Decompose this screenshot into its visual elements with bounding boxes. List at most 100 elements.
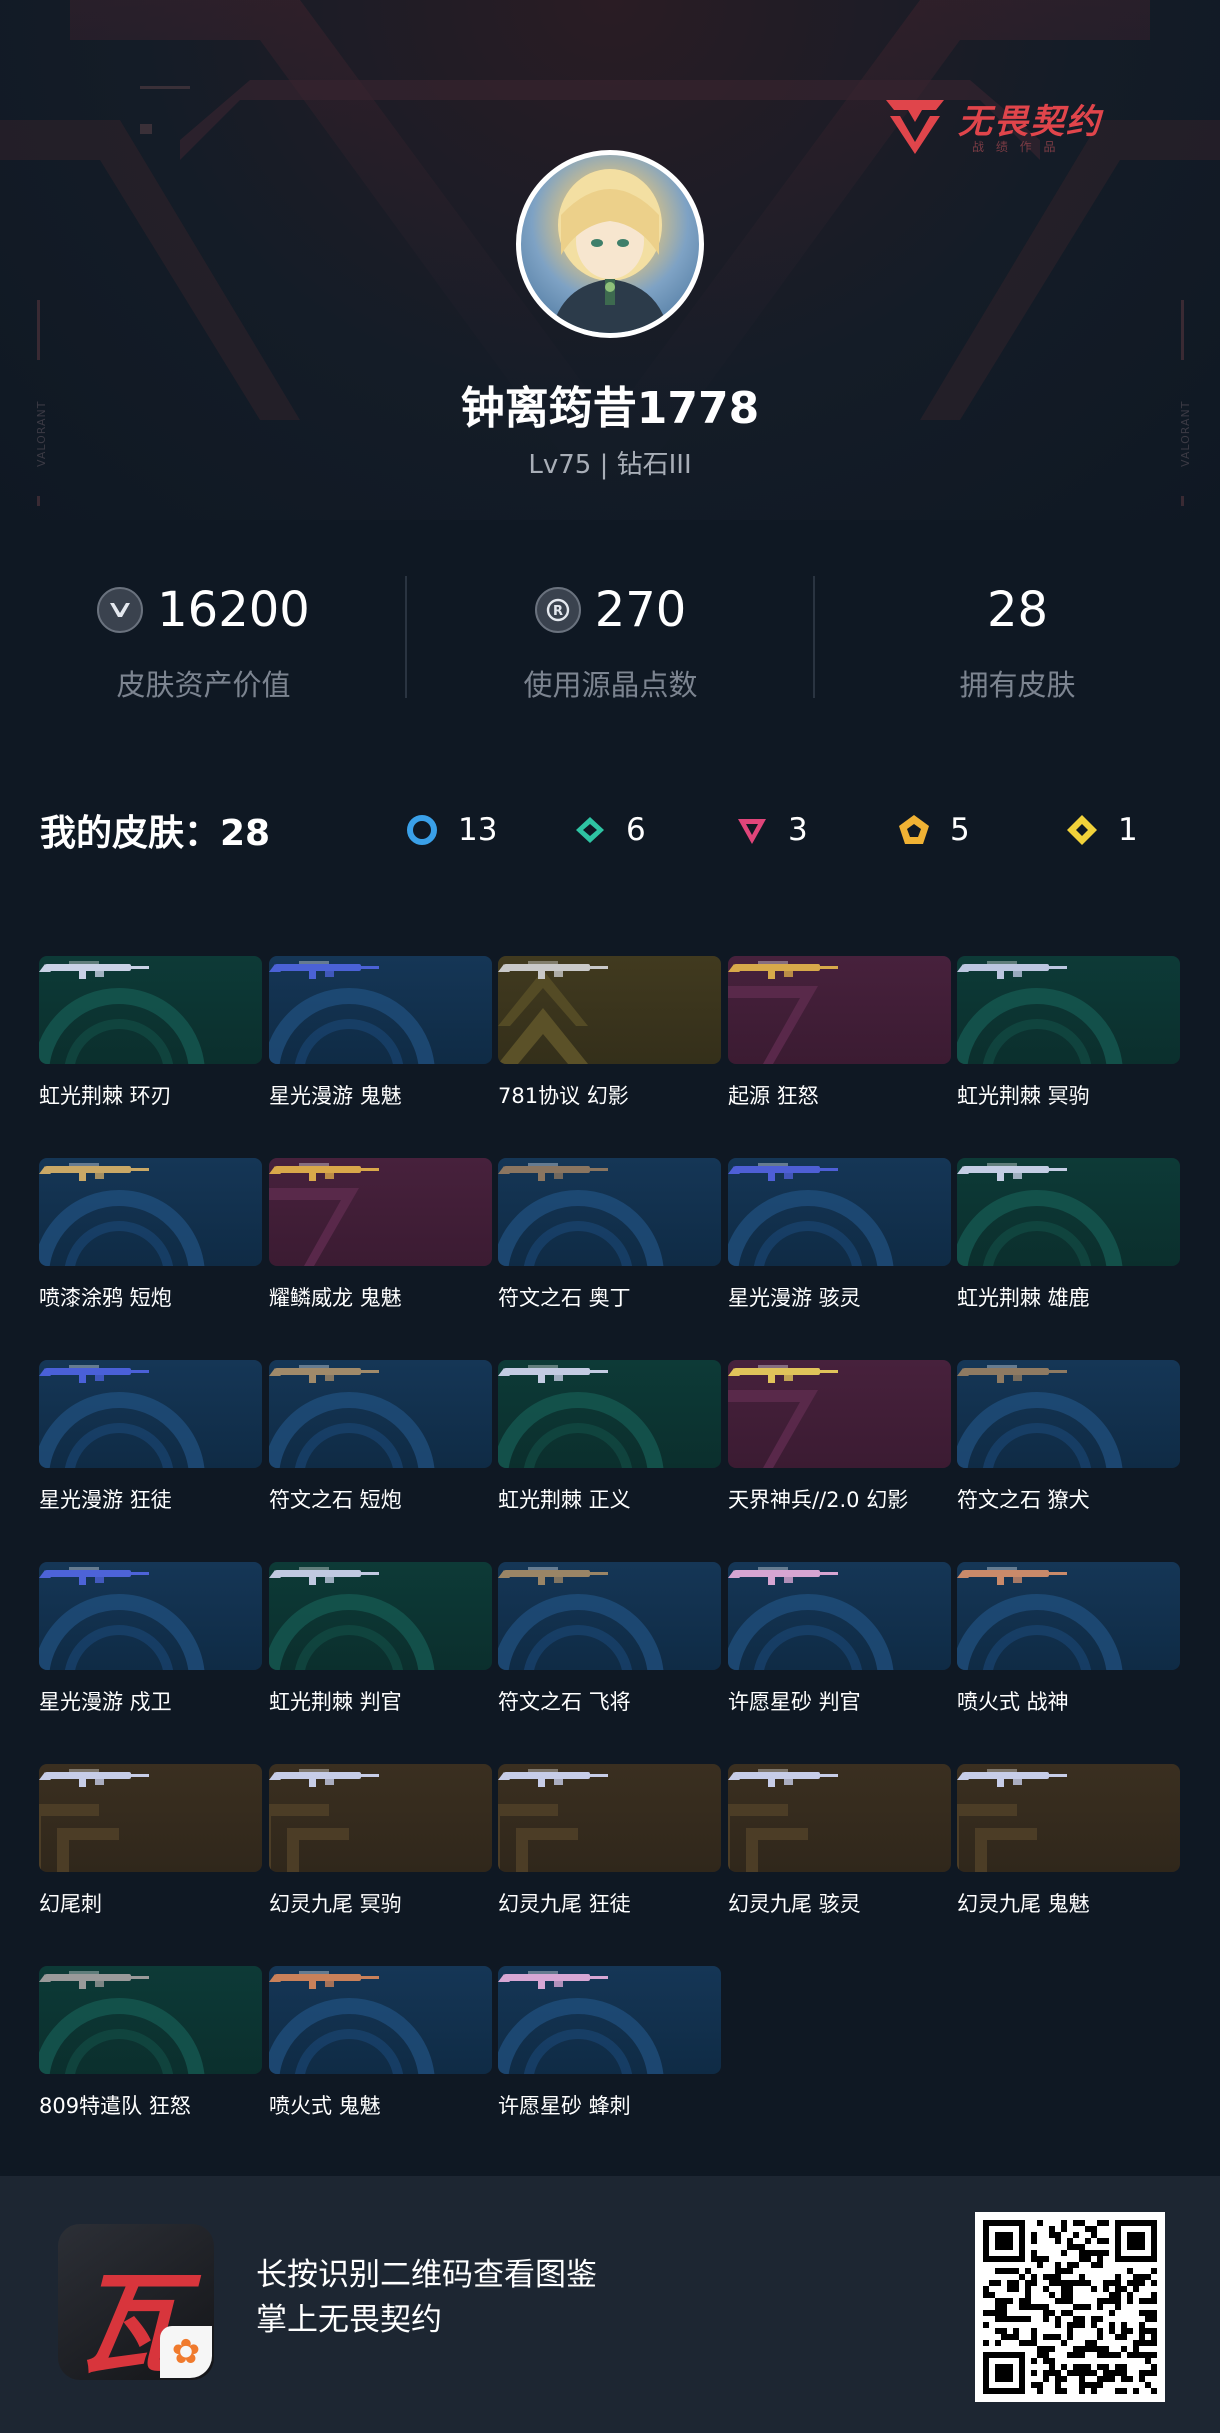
skin-name: 809特遣队 狂怒 — [39, 2094, 191, 2118]
skin-thumbnail — [728, 1764, 951, 1872]
weapon-icon — [728, 961, 838, 979]
skin-thumbnail — [957, 1764, 1180, 1872]
skin-card[interactable]: 天界神兵//2.0 幻影 — [728, 1360, 951, 1512]
app-icon[interactable]: 瓦 ✿ — [58, 2224, 214, 2380]
skin-card[interactable]: 符文之石 奥丁 — [498, 1158, 721, 1310]
skin-name: 天界神兵//2.0 幻影 — [728, 1488, 909, 1512]
rarity-select-count: 13 — [404, 806, 497, 854]
skin-card[interactable]: 喷火式 战神 — [957, 1562, 1180, 1714]
svg-text:R: R — [553, 604, 563, 619]
skin-name: 星光漫游 鬼魅 — [269, 1084, 402, 1108]
skin-card[interactable]: 809特遣队 狂怒 — [39, 1966, 262, 2118]
stat-label: 拥有皮肤 — [959, 668, 1076, 702]
skin-name: 虹光荆棘 判官 — [269, 1690, 402, 1714]
skin-card[interactable]: 781协议 幻影 — [498, 956, 721, 1108]
footer-app-name: 掌上无畏契约 — [256, 2302, 442, 2338]
skin-name: 星光漫游 骇灵 — [728, 1286, 861, 1310]
skin-card[interactable]: 许愿星砂 判官 — [728, 1562, 951, 1714]
stat-radianite-points: R 270 使用源晶点数 — [407, 570, 814, 710]
skin-card[interactable]: 符文之石 獠犬 — [957, 1360, 1180, 1512]
skin-card[interactable]: 许愿星砂 蜂刺 — [498, 1966, 721, 2118]
skin-name: 虹光荆棘 雄鹿 — [957, 1286, 1090, 1310]
skin-name: 喷火式 鬼魅 — [269, 2094, 381, 2118]
skin-thumbnail — [39, 1764, 262, 1872]
weapon-icon — [269, 961, 379, 979]
weapon-icon — [498, 1365, 608, 1383]
weapon-icon — [498, 1769, 608, 1787]
weapon-icon — [39, 1567, 149, 1585]
skin-card[interactable]: 虹光荆棘 冥驹 — [957, 956, 1180, 1108]
flower-icon: ✿ — [160, 2326, 212, 2378]
skin-card[interactable]: 符文之石 飞将 — [498, 1562, 721, 1714]
skin-name: 许愿星砂 判官 — [728, 1690, 861, 1714]
skin-name: 星光漫游 狂徒 — [39, 1488, 172, 1512]
skin-thumbnail — [498, 1562, 721, 1670]
weapon-icon — [269, 1163, 379, 1181]
weapon-icon — [39, 1365, 149, 1383]
skin-card[interactable]: 虹光荆棘 正义 — [498, 1360, 721, 1512]
weapon-icon — [728, 1365, 838, 1383]
skin-name: 幻灵九尾 骇灵 — [728, 1892, 861, 1916]
skin-thumbnail — [498, 1966, 721, 2074]
skin-card[interactable]: 幻灵九尾 冥驹 — [269, 1764, 492, 1916]
skin-name: 符文之石 短炮 — [269, 1488, 402, 1512]
skin-card[interactable]: 虹光荆棘 判官 — [269, 1562, 492, 1714]
skin-card[interactable]: 喷火式 鬼魅 — [269, 1966, 492, 2118]
my-skins-title: 我的皮肤：28 — [40, 813, 271, 854]
avatar[interactable] — [516, 150, 704, 338]
skin-name: 幻灵九尾 狂徒 — [498, 1892, 631, 1916]
skin-thumbnail — [269, 956, 492, 1064]
skin-thumbnail — [39, 1360, 262, 1468]
skin-thumbnail — [39, 1966, 262, 2074]
skin-card[interactable]: 虹光荆棘 雄鹿 — [957, 1158, 1180, 1310]
skin-name: 符文之石 獠犬 — [957, 1488, 1090, 1512]
skin-name: 幻灵九尾 鬼魅 — [957, 1892, 1090, 1916]
skin-card[interactable]: 星光漫游 戍卫 — [39, 1562, 262, 1714]
weapon-icon — [957, 961, 1067, 979]
skin-card[interactable]: 喷漆涂鸦 短炮 — [39, 1158, 262, 1310]
skin-name: 虹光荆棘 正义 — [498, 1488, 631, 1512]
skin-card[interactable]: 幻灵九尾 狂徒 — [498, 1764, 721, 1916]
skin-card[interactable]: 星光漫游 鬼魅 — [269, 956, 492, 1108]
brand-logo: 无畏契约 战 绩 作 品 — [880, 90, 1130, 160]
my-skins-header: 我的皮肤：28 13 6 3 5 1 — [0, 800, 1220, 860]
skin-name: 耀鳞威龙 鬼魅 — [269, 1286, 402, 1310]
weapon-icon — [39, 961, 149, 979]
skin-thumbnail — [957, 1562, 1180, 1670]
skin-card[interactable]: 符文之石 短炮 — [269, 1360, 492, 1512]
stat-skin-value: 16200 皮肤资产价值 — [0, 570, 407, 710]
skin-name: 幻尾刺 — [39, 1892, 102, 1916]
skin-thumbnail — [269, 1966, 492, 2074]
weapon-icon — [957, 1567, 1067, 1585]
stat-label: 使用源晶点数 — [523, 668, 698, 702]
weapon-icon — [269, 1971, 379, 1989]
skin-name: 虹光荆棘 冥驹 — [957, 1084, 1090, 1108]
skin-card[interactable]: 幻尾刺 — [39, 1764, 262, 1916]
skin-thumbnail — [269, 1562, 492, 1670]
skin-card[interactable]: 起源 狂怒 — [728, 956, 951, 1108]
skin-card[interactable]: 幻灵九尾 鬼魅 — [957, 1764, 1180, 1916]
stats-row: 16200 皮肤资产价值 R 270 使用源晶点数 28 拥有皮肤 — [0, 570, 1220, 710]
weapon-icon — [957, 1365, 1067, 1383]
skin-card[interactable]: 星光漫游 狂徒 — [39, 1360, 262, 1512]
skin-thumbnail — [498, 1158, 721, 1266]
footer-bar: 瓦 ✿ 长按识别二维码查看图鉴 掌上无畏契约 — [0, 2176, 1220, 2433]
rarity-deluxe-count: 6 — [572, 806, 646, 854]
skin-thumbnail — [498, 1764, 721, 1872]
weapon-icon — [269, 1567, 379, 1585]
rarity-premium-count: 3 — [734, 806, 808, 854]
skin-thumbnail — [728, 956, 951, 1064]
skin-card[interactable]: 星光漫游 骇灵 — [728, 1158, 951, 1310]
brand-subtitle: 战 绩 作 品 — [972, 140, 1060, 154]
skin-thumbnail — [957, 1158, 1180, 1266]
weapon-icon — [39, 1163, 149, 1181]
skin-card[interactable]: 幻灵九尾 骇灵 — [728, 1764, 951, 1916]
skin-name: 起源 狂怒 — [728, 1084, 819, 1108]
skin-card[interactable]: 耀鳞威龙 鬼魅 — [269, 1158, 492, 1310]
skin-thumbnail — [39, 1158, 262, 1266]
skin-thumbnail — [957, 956, 1180, 1064]
weapon-icon — [39, 1769, 149, 1787]
exclusive-tier-icon — [1067, 815, 1097, 845]
qr-code[interactable] — [975, 2212, 1165, 2402]
skin-card[interactable]: 虹光荆棘 环刃 — [39, 956, 262, 1108]
